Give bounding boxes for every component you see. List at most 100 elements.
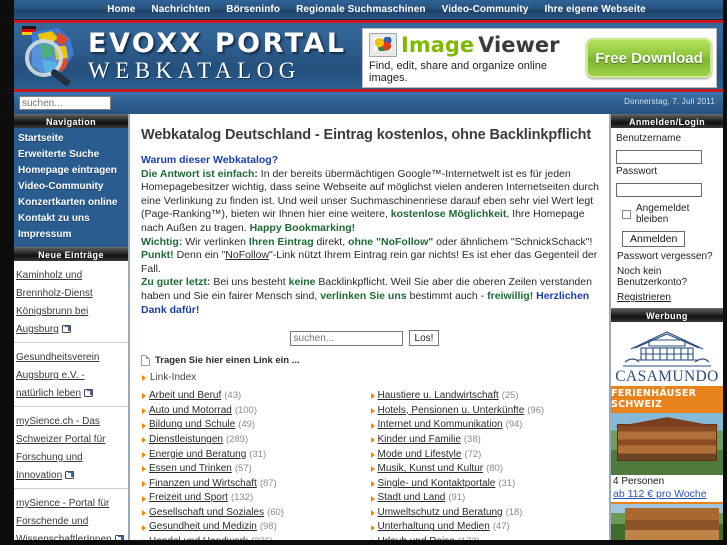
header-search-input[interactable] bbox=[19, 96, 111, 110]
sidebar-item-impressum[interactable]: Impressum bbox=[18, 227, 128, 243]
list-item[interactable]: Energie und Beratung (31) bbox=[142, 448, 371, 463]
category-link[interactable]: Mode und Lifestyle bbox=[378, 448, 462, 463]
category-link[interactable]: Bildung und Schule bbox=[149, 418, 235, 433]
list-item[interactable]: Handel und Handwerk(376) bbox=[142, 535, 371, 540]
sidebar-item-kontakt[interactable]: Kontakt zu uns bbox=[18, 211, 128, 227]
list-item[interactable]: Kaminholz und Brennholz-Dienst Königsbru… bbox=[14, 261, 128, 343]
category-count: (18) bbox=[505, 506, 523, 518]
external-link-icon bbox=[61, 325, 71, 333]
list-item[interactable]: Arbeit und Beruf (43) bbox=[142, 389, 371, 404]
link-index-row[interactable]: Link-Index bbox=[142, 372, 599, 383]
list-item[interactable]: Umweltschutz und Beratung (18) bbox=[370, 506, 600, 521]
catalog-search-input[interactable] bbox=[289, 330, 403, 346]
topnav-item-boerseninfo[interactable]: Börseninfo bbox=[226, 4, 280, 15]
sidebar-item-erweiterte-suche[interactable]: Erweiterte Suche bbox=[18, 147, 128, 163]
right-sidebar: Anmelden/Login Benutzername Passwort Ang… bbox=[611, 114, 723, 540]
list-item[interactable]: Hotels, Pensionen u. Unterkünfte (96) bbox=[370, 404, 600, 419]
sidebar-item-startseite[interactable]: Startseite bbox=[18, 131, 128, 147]
category-link[interactable]: Haustiere u. Landwirtschaft bbox=[378, 389, 499, 404]
category-link[interactable]: Arbeit und Beruf bbox=[149, 389, 221, 404]
sidebar-item-konzertkarten-online[interactable]: Konzertkarten online bbox=[18, 195, 128, 211]
imageviewer-logo-icon bbox=[369, 32, 397, 57]
category-link[interactable]: Freizeit und Sport bbox=[149, 491, 228, 506]
new-entry-link[interactable]: mySience.ch - Das Schweizer Portal für F… bbox=[16, 416, 105, 481]
sidebar-item-video-community[interactable]: Video-Community bbox=[18, 179, 128, 195]
topnav-item-eigene-webseite[interactable]: Ihre eigene Webseite bbox=[545, 4, 646, 15]
list-item[interactable]: Haustiere u. Landwirtschaft (25) bbox=[370, 389, 600, 404]
category-link[interactable]: Dienstleistungen bbox=[149, 433, 223, 448]
list-item[interactable]: Gesundheit und Medizin (98) bbox=[142, 520, 371, 535]
new-entry-link[interactable]: Kaminholz und Brennholz-Dienst Königsbru… bbox=[16, 270, 93, 335]
link-index-label[interactable]: Link-Index bbox=[150, 372, 196, 383]
list-item[interactable]: Bildung und Schule (49) bbox=[142, 418, 371, 433]
category-link[interactable]: Essen und Trinken bbox=[149, 462, 232, 477]
arrow-right-icon bbox=[142, 510, 146, 517]
register-link[interactable]: Registrieren bbox=[617, 292, 718, 303]
list-item[interactable]: Unterhaltung und Medien (47) bbox=[370, 520, 600, 535]
topnav-item-video-community[interactable]: Video-Community bbox=[442, 4, 529, 15]
imageviewer-banner-ad[interactable]: Image Viewer Find, edit, share and organ… bbox=[362, 28, 717, 88]
category-link[interactable]: Finanzen und Wirtschaft bbox=[149, 477, 257, 492]
list-item[interactable]: Stadt und Land (91) bbox=[370, 491, 600, 506]
login-submit-button[interactable]: Anmelden bbox=[622, 231, 686, 247]
category-link[interactable]: Musik, Kunst und Kultur bbox=[378, 462, 484, 477]
category-link[interactable]: Handel und Handwerk bbox=[149, 535, 248, 540]
category-link[interactable]: Gesundheit und Medizin bbox=[149, 520, 257, 535]
list-item[interactable]: Essen und Trinken (57) bbox=[142, 462, 371, 477]
casamundo-ad[interactable]: CASAMUNDO FERIENHÄUSER SCHWEIZ 4 Persone… bbox=[611, 322, 723, 540]
remember-me-checkbox[interactable] bbox=[622, 209, 631, 219]
add-link-label[interactable]: Tragen Sie hier einen Link ein ... bbox=[155, 355, 300, 366]
arrow-right-icon bbox=[370, 480, 375, 487]
page-title: Webkatalog Deutschland - Eintrag kostenl… bbox=[141, 127, 592, 143]
add-link-row[interactable]: Tragen Sie hier einen Link ein ... bbox=[141, 355, 599, 367]
banner-line-2: SCHWEIZ bbox=[611, 399, 663, 410]
list-item[interactable]: Musik, Kunst und Kultur (80) bbox=[370, 462, 600, 477]
list-item[interactable]: Single- und Kontaktportale (31) bbox=[370, 477, 600, 492]
category-link[interactable]: Umweltschutz und Beratung bbox=[378, 506, 503, 521]
list-item[interactable]: Auto und Motorrad (100) bbox=[142, 404, 371, 419]
list-item[interactable]: Urlaub und Reise(172) bbox=[370, 535, 600, 540]
category-link[interactable]: Internet und Kommunikation bbox=[378, 418, 503, 433]
category-link[interactable]: Auto und Motorrad bbox=[149, 404, 232, 419]
list-item[interactable]: Gesellschaft und Soziales (60) bbox=[142, 506, 371, 521]
new-entry-link[interactable]: mySience - Portal für Forschende und Wis… bbox=[16, 498, 112, 540]
list-item[interactable]: Freizeit und Sport (132) bbox=[142, 491, 371, 506]
category-link[interactable]: Energie und Beratung bbox=[149, 448, 246, 463]
ad-price-link[interactable]: ab 112 € pro Woche bbox=[613, 488, 721, 500]
remember-me-row[interactable]: Angemeldet bleiben bbox=[622, 203, 718, 225]
list-item[interactable]: Internet und Kommunikation (94) bbox=[370, 418, 600, 433]
ad-caption[interactable]: 4 Personen ab 112 € pro Woche bbox=[611, 475, 723, 502]
list-item[interactable]: Gesundheitsverein Augsburg e.V. - natürl… bbox=[14, 343, 128, 407]
topnav-item-nachrichten[interactable]: Nachrichten bbox=[151, 4, 210, 15]
category-link[interactable]: Gesellschaft und Soziales bbox=[149, 506, 264, 521]
list-item[interactable]: Mode und Lifestyle (72) bbox=[370, 448, 600, 463]
category-link[interactable]: Stadt und Land bbox=[378, 491, 446, 506]
list-item[interactable]: mySience.ch - Das Schweizer Portal für F… bbox=[14, 407, 128, 489]
catalog-search-row: Los! bbox=[138, 330, 599, 347]
category-link[interactable]: Hotels, Pensionen u. Unterkünfte bbox=[378, 404, 525, 419]
content-area: Navigation Startseite Erweiterte Suche H… bbox=[14, 114, 723, 540]
topnav-item-home[interactable]: Home bbox=[107, 4, 135, 15]
category-link[interactable]: Urlaub und Reise bbox=[378, 535, 455, 540]
arrow-right-icon bbox=[370, 495, 375, 502]
catalog-search-button[interactable]: Los! bbox=[408, 330, 440, 347]
nofollow-link[interactable]: NoFollow bbox=[225, 249, 269, 261]
banner-tagline: Find, edit, share and organize online im… bbox=[369, 59, 547, 84]
topnav-item-regionale-suchmaschinen[interactable]: Regionale Suchmaschinen bbox=[296, 4, 426, 15]
list-item[interactable]: Finanzen und Wirtschaft (87) bbox=[142, 477, 371, 492]
sidebar-item-homepage-eintragen[interactable]: Homepage eintragen bbox=[18, 163, 128, 179]
free-download-button[interactable]: Free Download bbox=[586, 38, 712, 78]
forgot-password-link[interactable]: Passwort vergessen? bbox=[617, 251, 718, 262]
category-link[interactable]: Single- und Kontaktportale bbox=[378, 477, 496, 492]
password-field[interactable] bbox=[616, 182, 702, 197]
list-item[interactable]: Kinder und Familie (38) bbox=[370, 433, 600, 448]
arrow-right-icon bbox=[142, 374, 146, 381]
category-link[interactable]: Kinder und Familie bbox=[378, 433, 461, 448]
p3-f: freiwillig! bbox=[487, 289, 534, 302]
list-item[interactable]: mySience - Portal für Forschende und Wis… bbox=[14, 489, 128, 540]
arrow-right-icon bbox=[142, 393, 146, 400]
username-field[interactable] bbox=[616, 149, 702, 164]
logo-line-2: WEBKATALOG bbox=[88, 58, 301, 83]
category-link[interactable]: Unterhaltung und Medien bbox=[378, 520, 490, 535]
list-item[interactable]: Dienstleistungen (289) bbox=[142, 433, 371, 448]
